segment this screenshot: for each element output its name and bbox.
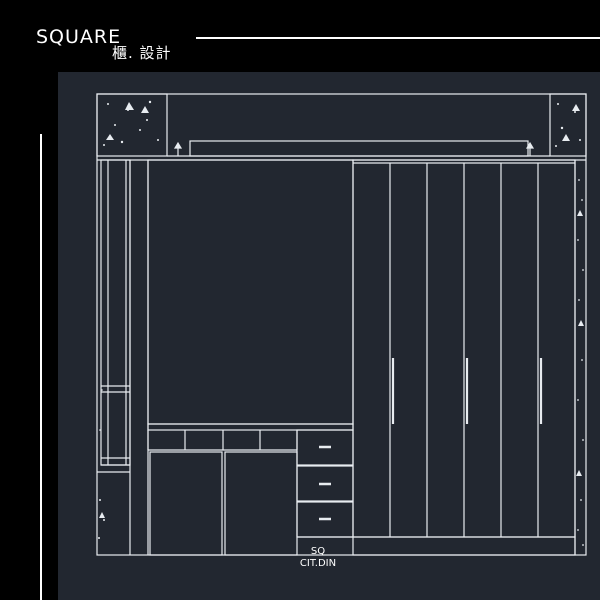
lower-cabinet-doors <box>149 451 298 556</box>
wardrobe-handles <box>391 358 543 424</box>
ceiling-block-right <box>549 93 587 157</box>
cabinet-elevation-drawing <box>96 93 587 556</box>
drawing-code-line2: CIT.DIN <box>299 558 337 569</box>
ceiling-soffit <box>189 140 529 157</box>
central-niche <box>147 159 354 425</box>
drawer-stack <box>296 429 354 538</box>
wardrobe <box>352 159 576 556</box>
ceiling-block-left <box>96 93 168 157</box>
ceiling-anchors <box>173 141 535 156</box>
drawing-code: SQ CIT.DIN <box>290 546 346 570</box>
left-shelf-column <box>97 159 131 473</box>
right-wall-texture <box>576 179 584 546</box>
drawing-code-line1: SQ <box>310 546 326 557</box>
